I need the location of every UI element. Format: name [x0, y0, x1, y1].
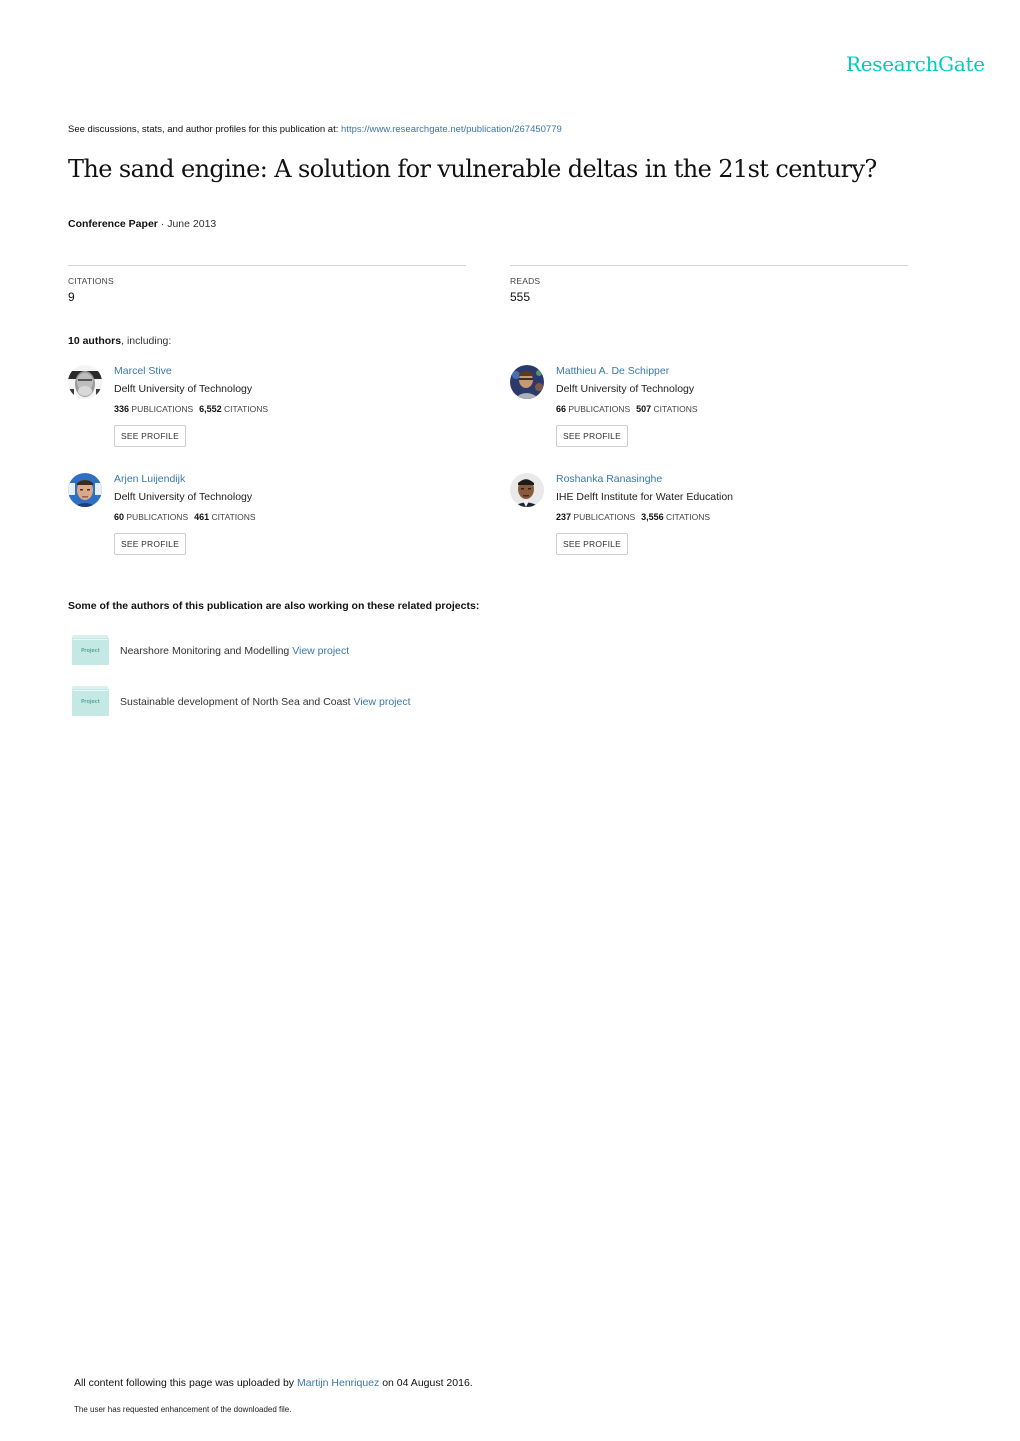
folder-label: Project: [81, 648, 100, 654]
author-card: Marcel Stive Delft University of Technol…: [68, 365, 488, 465]
project-item: Project Nearshore Monitoring and Modelli…: [72, 635, 522, 667]
publication-meta: Conference Paper · June 2013: [68, 218, 216, 230]
authors-summary: 10 authors, including:: [68, 335, 171, 347]
project-text: Nearshore Monitoring and Modelling View …: [120, 645, 349, 657]
author-card: Matthieu A. De Schipper Delft University…: [510, 365, 930, 465]
author-institution: IHE Delft Institute for Water Education: [556, 491, 734, 503]
publication-type: Conference Paper: [68, 218, 158, 230]
author-citations-count: 461: [194, 512, 210, 522]
project-item: Project Sustainable development of North…: [72, 686, 522, 718]
see-profile-button[interactable]: SEE PROFILE: [114, 425, 186, 447]
see-discussions-text: See discussions, stats, and author profi…: [68, 124, 342, 135]
authors-suffix: , including:: [121, 335, 172, 347]
author-avatar[interactable]: [68, 473, 102, 507]
view-project-link[interactable]: View project: [292, 645, 349, 657]
upload-notice: All content following this page was uplo…: [74, 1377, 473, 1389]
citations-label: CITATIONS: [68, 276, 114, 286]
author-publications-count: 237: [556, 512, 572, 522]
author-stats: 237 PUBLICATIONS 3,556 CITATIONS: [556, 512, 710, 522]
author-citations-label: CITATIONS: [224, 404, 269, 414]
project-text: Sustainable development of North Sea and…: [120, 696, 411, 708]
author-citations-count: 3,556: [641, 512, 664, 522]
avatar-photo-icon: [68, 473, 102, 507]
author-publications-label: PUBLICATIONS: [573, 512, 636, 522]
author-avatar[interactable]: [510, 473, 544, 507]
view-project-link[interactable]: View project: [354, 696, 411, 708]
author-publications-label: PUBLICATIONS: [131, 404, 194, 414]
authors-count: 10 authors: [68, 335, 122, 347]
researchgate-logo[interactable]: ResearchGate: [846, 52, 985, 76]
author-institution: Delft University of Technology: [114, 491, 253, 503]
author-name-link[interactable]: Marcel Stive: [114, 365, 172, 377]
avatar-photo-icon: [510, 473, 544, 507]
author-stats: 336 PUBLICATIONS 6,552 CITATIONS: [114, 404, 268, 414]
see-profile-button[interactable]: SEE PROFILE: [556, 533, 628, 555]
author-name-link[interactable]: Matthieu A. De Schipper: [556, 365, 669, 377]
reads-count: 555: [510, 290, 531, 304]
author-avatar[interactable]: [68, 365, 102, 399]
project-folder-icon: Project: [72, 686, 109, 716]
related-projects-heading: Some of the authors of this publication …: [68, 600, 480, 612]
author-stats: 60 PUBLICATIONS 461 CITATIONS: [114, 512, 256, 522]
meta-separator: ·: [157, 218, 168, 230]
avatar-photo-icon: [68, 365, 102, 399]
project-name: Sustainable development of North Sea and…: [120, 696, 351, 708]
publication-title: The sand engine: A solution for vulnerab…: [68, 155, 877, 183]
avatar-photo-icon: [510, 365, 544, 399]
author-citations-count: 507: [636, 404, 652, 414]
see-profile-button[interactable]: SEE PROFILE: [556, 425, 628, 447]
author-publications-label: PUBLICATIONS: [126, 512, 189, 522]
author-avatar[interactable]: [510, 365, 544, 399]
citations-count: 9: [68, 290, 75, 304]
author-publications-label: PUBLICATIONS: [568, 404, 631, 414]
enhancement-note: The user has requested enhancement of th…: [74, 1405, 292, 1414]
author-name-link[interactable]: Arjen Luijendijk: [114, 473, 185, 485]
citations-divider: [68, 265, 466, 266]
author-citations-label: CITATIONS: [211, 512, 256, 522]
author-card: Roshanka Ranasinghe IHE Delft Institute …: [510, 473, 930, 573]
publication-date: June 2013: [167, 218, 217, 230]
reads-divider: [510, 265, 908, 266]
upload-prefix: All content following this page was uplo…: [74, 1377, 297, 1389]
publication-url-link[interactable]: https://www.researchgate.net/publication…: [341, 124, 562, 135]
author-card: Arjen Luijendijk Delft University of Tec…: [68, 473, 488, 573]
author-publications-count: 336: [114, 404, 130, 414]
upload-suffix: on 04 August 2016.: [379, 1377, 473, 1389]
author-institution: Delft University of Technology: [556, 383, 695, 395]
author-publications-count: 66: [556, 404, 567, 414]
see-discussions-line: See discussions, stats, and author profi…: [68, 124, 562, 135]
author-name-link[interactable]: Roshanka Ranasinghe: [556, 473, 662, 485]
uploader-link[interactable]: Martijn Henriquez: [297, 1377, 379, 1389]
author-citations-label: CITATIONS: [666, 512, 711, 522]
author-institution: Delft University of Technology: [114, 383, 253, 395]
author-citations-label: CITATIONS: [653, 404, 698, 414]
author-stats: 66 PUBLICATIONS 507 CITATIONS: [556, 404, 698, 414]
author-citations-count: 6,552: [199, 404, 222, 414]
project-name: Nearshore Monitoring and Modelling: [120, 645, 290, 657]
project-folder-icon: Project: [72, 635, 109, 665]
folder-label: Project: [81, 699, 100, 705]
reads-label: READS: [510, 276, 541, 286]
see-profile-button[interactable]: SEE PROFILE: [114, 533, 186, 555]
author-publications-count: 60: [114, 512, 125, 522]
